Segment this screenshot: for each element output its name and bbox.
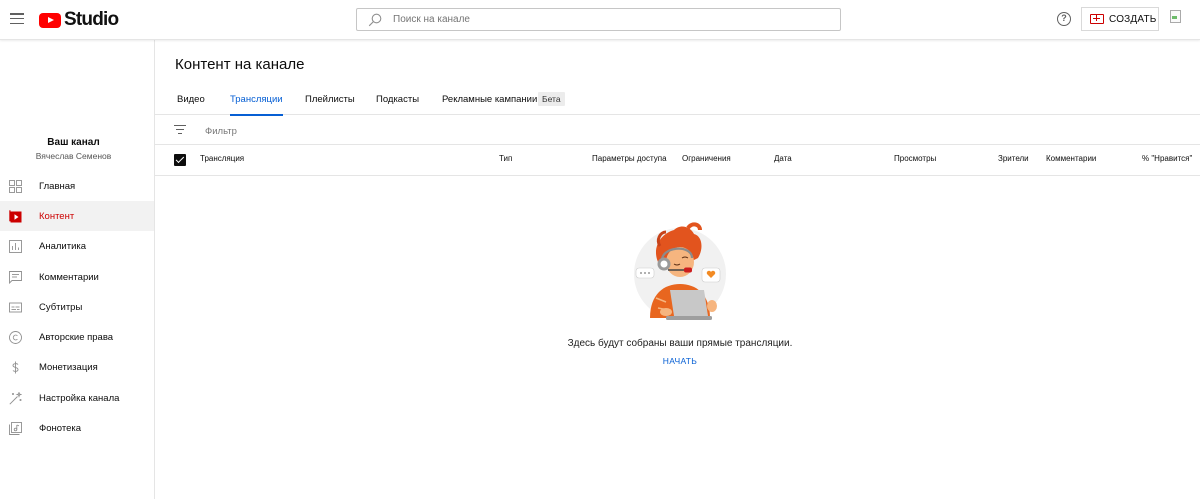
top-bar: Studio ? СОЗДАТЬ (0, 0, 1200, 40)
streamer-illustration (634, 222, 726, 320)
tab-live[interactable]: Трансляции (230, 85, 283, 116)
copyright-icon (9, 330, 22, 344)
avatar[interactable] (1170, 10, 1186, 28)
youtube-play-icon (39, 12, 61, 28)
column-header-type[interactable]: Тип (499, 154, 512, 163)
audio-library-icon (9, 421, 22, 435)
search-icon (368, 13, 382, 27)
page-title: Контент на канале (175, 56, 305, 73)
sidebar-item-content[interactable]: Контент (0, 201, 154, 231)
filter-bar (155, 116, 1200, 145)
dashboard-icon (9, 179, 22, 193)
column-header-visibility[interactable]: Параметры доступа (592, 154, 667, 163)
comments-icon (9, 270, 22, 284)
filter-input[interactable] (205, 122, 505, 140)
sidebar-item-label: Настройка канала (39, 392, 120, 404)
menu-icon[interactable] (10, 13, 24, 25)
search-input[interactable] (357, 9, 840, 30)
create-button[interactable]: СОЗДАТЬ (1081, 7, 1159, 31)
content-tabs: Видео Трансляции Плейлисты Подкасты Рекл… (155, 85, 1200, 116)
sidebar-item-label: Авторские права (39, 331, 114, 343)
search-box[interactable] (356, 8, 841, 31)
channel-title[interactable]: Ваш канал (0, 137, 147, 148)
create-button-label: СОЗДАТЬ (1109, 13, 1157, 25)
tab-playlists[interactable]: Плейлисты (305, 85, 355, 115)
content-icon (9, 209, 22, 222)
column-header-likes[interactable]: % "Нравится" (1142, 154, 1192, 163)
sidebar: Ваш канал Вячеслав Семенов Главная Конте… (0, 40, 155, 499)
create-video-icon (1090, 14, 1104, 24)
subtitles-icon (9, 302, 22, 312)
analytics-icon (9, 239, 22, 253)
sidebar-item-subtitles[interactable]: Субтитры (0, 292, 154, 322)
customization-icon (9, 391, 22, 405)
column-header-comments[interactable]: Комментарии (1046, 154, 1096, 163)
sidebar-item-copyright[interactable]: Авторские права (0, 322, 154, 352)
logo-text: Studio (64, 9, 119, 30)
tab-podcasts[interactable]: Подкасты (376, 85, 419, 115)
sidebar-item-label: Фонотека (39, 422, 82, 434)
table-header: Трансляция Тип Параметры доступа Огранич… (155, 145, 1200, 176)
sidebar-item-label: Главная (39, 180, 76, 192)
sidebar-item-dashboard[interactable]: Главная (0, 171, 154, 201)
beta-badge: Бета (538, 92, 565, 106)
sidebar-item-analytics[interactable]: Аналитика (0, 231, 154, 261)
select-all-checkbox[interactable] (174, 154, 186, 166)
column-header-viewers[interactable]: Зрители (998, 154, 1029, 163)
sidebar-item-label: Комментарии (39, 271, 99, 283)
tab-ad-campaigns[interactable]: Рекламные кампании (442, 85, 537, 115)
monetization-icon (12, 361, 19, 373)
studio-logo[interactable]: Studio (39, 9, 119, 30)
sidebar-item-label: Монетизация (39, 361, 98, 373)
sidebar-item-label: Аналитика (39, 240, 87, 252)
sidebar-item-customization[interactable]: Настройка канала (0, 383, 154, 413)
sidebar-item-label: Субтитры (39, 301, 83, 313)
empty-state-message: Здесь будут собраны ваши прямые трансляц… (567, 338, 793, 349)
sidebar-item-comments[interactable]: Комментарии (0, 262, 154, 292)
sidebar-item-audio-library[interactable]: Фонотека (0, 413, 154, 443)
help-icon[interactable]: ? (1057, 12, 1071, 26)
channel-name: Вячеслав Семенов (35, 151, 112, 161)
start-stream-button[interactable]: НАЧАТЬ (640, 356, 720, 366)
column-header-views[interactable]: Просмотры (894, 154, 936, 163)
tab-videos[interactable]: Видео (177, 85, 205, 115)
sidebar-item-monetization[interactable]: Монетизация (0, 352, 154, 382)
column-header-stream[interactable]: Трансляция (200, 154, 244, 163)
column-header-restrictions[interactable]: Ограничения (682, 154, 731, 163)
column-header-date[interactable]: Дата (774, 154, 792, 163)
filter-icon[interactable] (174, 125, 186, 135)
sidebar-item-label: Контент (39, 210, 75, 222)
